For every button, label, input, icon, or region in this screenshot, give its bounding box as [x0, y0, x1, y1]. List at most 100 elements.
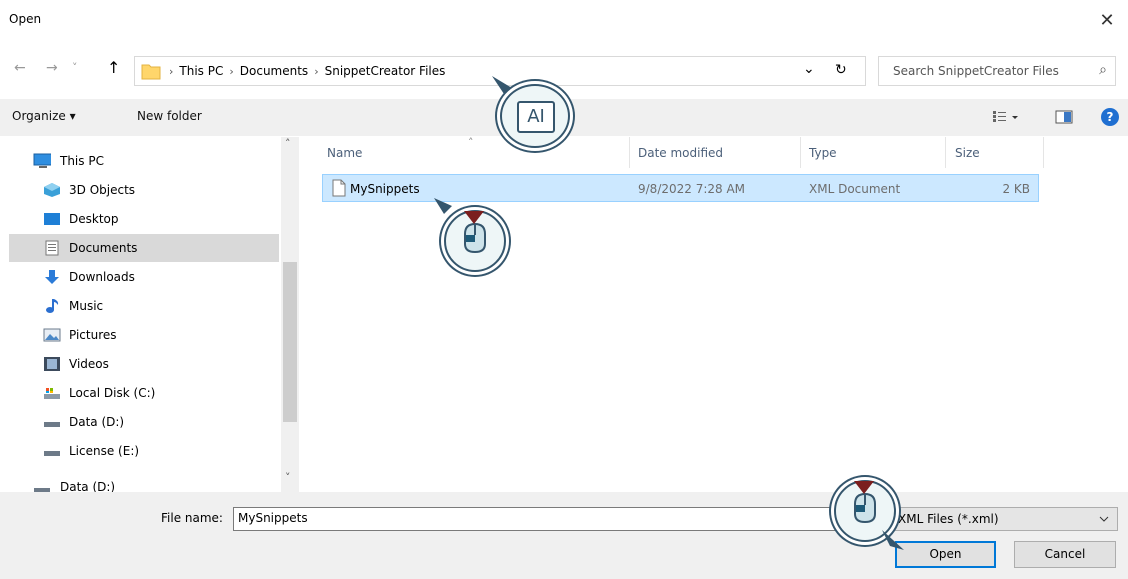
view-options-icon[interactable]	[992, 110, 1022, 124]
breadcrumb-documents[interactable]: Documents	[240, 64, 308, 78]
file-name: MySnippets	[350, 182, 420, 196]
file-type-value: XML Files (*.xml)	[898, 512, 999, 526]
column-divider[interactable]	[1043, 137, 1044, 168]
file-size: 2 KB	[1002, 182, 1030, 196]
sidebar-item-3d-objects[interactable]: 3D Objects	[9, 176, 279, 204]
help-icon[interactable]: ?	[1101, 108, 1119, 126]
sidebar-item-music[interactable]: Music	[9, 292, 279, 320]
desktop-icon	[44, 213, 60, 225]
callout-pointer	[434, 198, 452, 214]
download-icon	[45, 270, 59, 284]
column-divider[interactable]	[800, 137, 801, 168]
sidebar-item-label: Downloads	[69, 270, 135, 284]
column-header-date-modified[interactable]: Date modified	[638, 146, 723, 160]
scroll-down-icon[interactable]: ˅	[285, 471, 291, 484]
cube-icon	[44, 183, 60, 197]
column-header-name[interactable]: Name	[327, 146, 362, 160]
sidebar-item-desktop[interactable]: Desktop	[9, 205, 279, 233]
column-divider[interactable]	[945, 137, 946, 168]
organize-button[interactable]: Organize ▾	[12, 109, 76, 123]
preview-pane-icon[interactable]	[1055, 110, 1073, 124]
folder-icon	[141, 64, 161, 80]
sidebar-item-documents[interactable]: Documents	[9, 234, 279, 262]
sidebar-item-downloads[interactable]: Downloads	[9, 263, 279, 291]
open-button[interactable]: Open	[895, 541, 996, 568]
sidebar-item-label: Local Disk (C:)	[69, 386, 156, 400]
click-marker-icon	[464, 211, 484, 224]
scroll-up-icon[interactable]: ˄	[285, 137, 291, 150]
file-type-select[interactable]: XML Files (*.xml)	[889, 507, 1118, 531]
recent-locations-button[interactable]: ˅	[72, 60, 86, 80]
breadcrumb-separator: ›	[314, 64, 319, 78]
sidebar-item-data-d[interactable]: Data (D:)	[9, 408, 279, 436]
pictures-icon	[43, 328, 61, 342]
forward-arrow-icon: →	[46, 60, 58, 76]
file-date: 9/8/2022 7:28 AM	[638, 182, 746, 196]
sidebar-item-data-d-network[interactable]: Data (D:)	[9, 476, 279, 492]
refresh-icon[interactable]: ↻	[835, 62, 847, 78]
file-type: XML Document	[809, 182, 901, 196]
sidebar-item-local-disk-c[interactable]: Local Disk (C:)	[9, 379, 279, 407]
sidebar-item-label: License (E:)	[69, 444, 140, 458]
videos-icon	[44, 357, 60, 371]
sidebar-item-label: Data (D:)	[69, 415, 125, 429]
sidebar-item-label: Documents	[69, 241, 138, 255]
mouse-click-callout	[444, 210, 506, 272]
back-button[interactable]: ←	[14, 60, 34, 80]
close-button[interactable]: ✕	[1092, 6, 1122, 36]
xml-file-icon	[332, 179, 346, 197]
filename-value: MySnippets	[238, 511, 308, 525]
search-placeholder: Search SnippetCreator Files	[893, 64, 1059, 78]
breadcrumb-this-pc[interactable]: This PC	[179, 64, 223, 78]
breadcrumb-separator: ›	[169, 64, 174, 78]
breadcrumb: › This PC › Documents › SnippetCreator F…	[169, 64, 445, 78]
window-title: Open	[9, 12, 42, 26]
table-row[interactable]: MySnippets 9/8/2022 7:28 AM XML Document…	[322, 174, 1039, 202]
scrollbar-thumb[interactable]	[283, 262, 297, 422]
sidebar-item-pictures[interactable]: Pictures	[9, 321, 279, 349]
drive-icon	[34, 488, 50, 492]
sidebar-item-label: Data (D:)	[60, 480, 116, 492]
callout-pointer	[492, 76, 512, 94]
search-icon: ⌕	[1099, 62, 1107, 78]
new-folder-button[interactable]: New folder	[137, 109, 202, 123]
up-button[interactable]: ↑	[107, 58, 127, 80]
pc-icon	[33, 153, 51, 168]
back-arrow-icon: ←	[14, 60, 26, 76]
search-input[interactable]: Search SnippetCreator Files ⌕	[878, 56, 1116, 86]
sort-ascending-icon: ˄	[468, 136, 474, 149]
forward-button[interactable]: →	[46, 60, 66, 80]
up-arrow-icon: ↑	[107, 58, 121, 77]
column-header-type[interactable]: Type	[809, 146, 837, 160]
address-dropdown-icon[interactable]: ⌄	[803, 61, 815, 77]
filename-input[interactable]: MySnippets	[233, 507, 890, 531]
sidebar-item-videos[interactable]: Videos	[9, 350, 279, 378]
callout-pointer	[882, 530, 904, 550]
music-icon	[46, 299, 59, 313]
column-header-size[interactable]: Size	[955, 146, 980, 160]
navigation-pane: This PC 3D Objects Desktop Documents Dow…	[9, 137, 299, 492]
drive-icon	[44, 422, 60, 427]
chevron-down-icon: ˅	[72, 61, 78, 74]
documents-icon	[45, 240, 59, 256]
filename-label: File name:	[161, 511, 223, 525]
disk-icon	[44, 388, 60, 399]
sidebar-item-label: This PC	[60, 154, 104, 168]
breadcrumb-separator: ›	[229, 64, 234, 78]
column-divider[interactable]	[629, 137, 630, 168]
text-cursor-icon: AI	[517, 101, 555, 133]
title-bar: Open ✕	[0, 0, 1128, 40]
cancel-button[interactable]: Cancel	[1014, 541, 1116, 568]
sidebar-item-label: Desktop	[69, 212, 119, 226]
breadcrumb-snippetcreator-files[interactable]: SnippetCreator Files	[325, 64, 446, 78]
sidebar-item-this-pc[interactable]: This PC	[9, 147, 279, 175]
sidebar-item-label: Pictures	[69, 328, 117, 342]
sidebar-item-label: 3D Objects	[69, 183, 136, 197]
sidebar-item-label: Music	[69, 299, 104, 313]
sidebar-item-label: Videos	[69, 357, 109, 371]
sidebar-item-license-e[interactable]: License (E:)	[9, 437, 279, 465]
drive-icon	[44, 451, 60, 456]
chevron-down-icon	[1099, 516, 1109, 522]
click-marker-icon	[854, 481, 874, 494]
close-icon: ✕	[1099, 10, 1115, 31]
